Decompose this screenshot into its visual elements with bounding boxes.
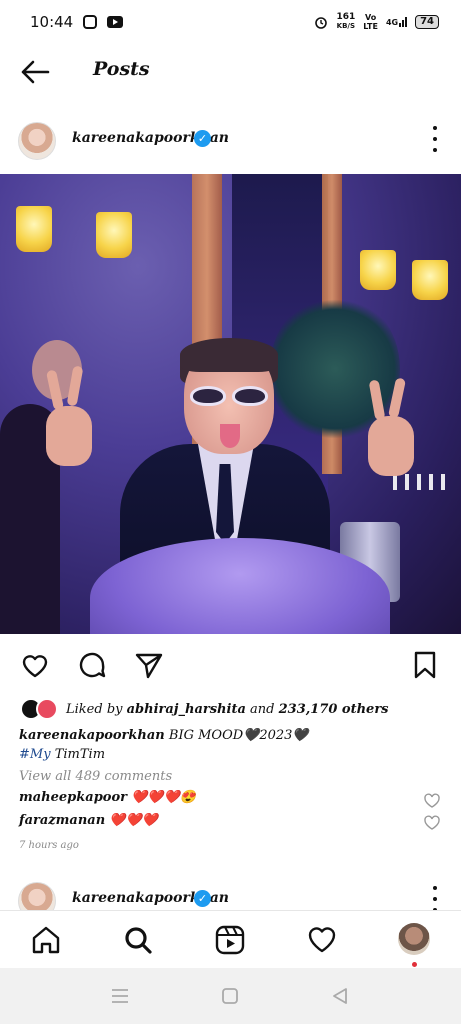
- more-options-icon[interactable]: [431, 886, 439, 910]
- home-square-icon[interactable]: [220, 986, 240, 1006]
- next-post-avatar[interactable]: [18, 882, 56, 910]
- alarm-icon: [315, 17, 328, 29]
- net-speed-unit: KB/S: [336, 22, 356, 30]
- next-post-header: kareenakapoorkhan ✓: [0, 876, 461, 910]
- photo-lights: [393, 474, 453, 490]
- volte-label: Vo LTE: [363, 13, 378, 31]
- back-triangle-icon[interactable]: [330, 986, 350, 1006]
- comment-item: farazmanan ❤️❤️❤️: [19, 813, 158, 828]
- notification-dot: [412, 962, 417, 967]
- activity-heart-icon[interactable]: [306, 924, 338, 956]
- photo-sunglasses: [190, 386, 270, 408]
- search-icon[interactable]: [122, 924, 154, 956]
- back-arrow-icon[interactable]: [20, 60, 50, 84]
- signal-icon: 4G: [385, 17, 408, 27]
- liked-by-user[interactable]: abhiraj_harshita: [127, 702, 246, 717]
- post-time-ago: 7 hours ago: [19, 840, 79, 851]
- comment-icon[interactable]: [77, 650, 107, 680]
- battery-icon: 74: [415, 15, 439, 29]
- photo-lamp: [360, 250, 396, 290]
- caption-hashtag[interactable]: #My: [19, 747, 51, 762]
- caption-text-rest: TimTim: [54, 747, 106, 762]
- photo-lamp: [412, 260, 448, 300]
- post-avatar[interactable]: [18, 122, 56, 160]
- verified-badge-icon: ✓: [194, 890, 211, 907]
- post-photo[interactable]: [0, 174, 461, 634]
- comment-like-heart-icon[interactable]: [423, 815, 441, 831]
- comment-username[interactable]: farazmanan: [19, 813, 105, 828]
- comment-username[interactable]: maheepkapoor: [19, 790, 127, 805]
- youtube-notification-icon: [107, 16, 124, 28]
- caption-username[interactable]: kareenakapoorkhan: [19, 728, 165, 743]
- likes-row[interactable]: Liked by abhiraj_harshita and 233,170 ot…: [20, 696, 389, 722]
- heart-icon[interactable]: [20, 650, 50, 680]
- liker-avatar: [36, 698, 58, 720]
- net-speed-value: 161: [336, 12, 356, 22]
- photo-lamp: [16, 206, 52, 252]
- liked-by-others[interactable]: 233,170 others: [279, 702, 389, 717]
- volte-bottom: LTE: [363, 22, 378, 31]
- photo-lamp: [96, 212, 132, 258]
- share-icon[interactable]: [134, 650, 164, 680]
- profile-avatar[interactable]: [398, 923, 430, 955]
- likes-text: Liked by abhiraj_harshita and 233,170 ot…: [66, 702, 389, 717]
- comment-text: ❤️❤️❤️😍: [131, 790, 196, 805]
- post-actions: [0, 646, 461, 682]
- liked-by-prefix: Liked by: [66, 701, 123, 717]
- home-icon[interactable]: [30, 924, 62, 956]
- liked-by-and: and: [250, 701, 275, 717]
- system-navigation-bar: [0, 968, 461, 1024]
- bookmark-icon[interactable]: [410, 650, 440, 680]
- status-bar: 10:44 161 KB/S Vo LTE 4G 74: [0, 0, 461, 44]
- bottom-navigation: [0, 910, 461, 968]
- volte-top: Vo: [364, 13, 377, 22]
- reels-icon[interactable]: [214, 924, 246, 956]
- view-all-comments-link[interactable]: View all 489 comments: [19, 769, 172, 784]
- post-caption: kareenakapoorkhan BIG MOOD🖤2023🖤 #My Tim…: [19, 726, 309, 764]
- post-header: kareenakapoorkhan ✓: [0, 116, 461, 164]
- more-options-icon[interactable]: [431, 126, 439, 152]
- verified-badge-icon: ✓: [194, 130, 211, 147]
- comment-like-heart-icon[interactable]: [423, 793, 441, 809]
- photo-right-hand: [368, 416, 414, 476]
- comment-text: ❤️❤️❤️: [109, 813, 158, 828]
- comment-item: maheepkapoor ❤️❤️❤️😍: [19, 790, 196, 805]
- header: Posts: [0, 44, 461, 100]
- page-title: Posts: [93, 58, 150, 80]
- menu-icon[interactable]: [110, 986, 130, 1006]
- photo-left-hand: [46, 406, 92, 466]
- instagram-notification-icon: [83, 15, 98, 29]
- photo-tongue: [220, 424, 240, 448]
- net-speed: 161 KB/S: [336, 13, 355, 31]
- status-time: 10:44: [30, 13, 74, 31]
- network-type: 4G: [385, 18, 399, 27]
- photo-boy-fringe: [180, 338, 278, 372]
- caption-text: BIG MOOD🖤2023🖤: [168, 728, 309, 743]
